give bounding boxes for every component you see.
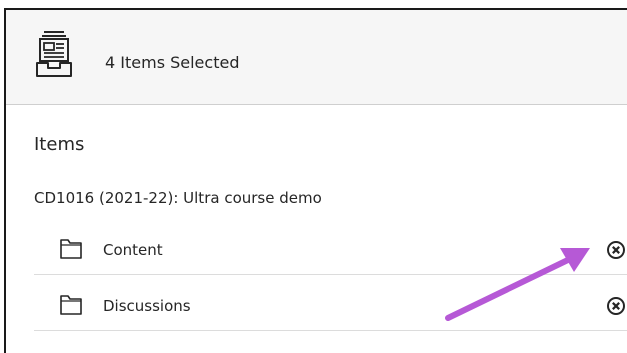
folder-icon bbox=[60, 239, 82, 259]
list-item-discussions: Discussions bbox=[34, 286, 627, 331]
archive-tray-icon bbox=[36, 31, 72, 77]
folder-icon bbox=[60, 295, 82, 315]
section-title: Items bbox=[34, 134, 85, 155]
selection-header: 4 Items Selected bbox=[6, 10, 627, 105]
course-name: CD1016 (2021-22): Ultra course demo bbox=[34, 189, 322, 207]
remove-icon[interactable] bbox=[606, 240, 626, 260]
selected-items-panel: 4 Items Selected Items CD1016 (2021-22):… bbox=[4, 8, 627, 353]
list-item-label: Content bbox=[103, 241, 163, 259]
list-item-label: Discussions bbox=[103, 297, 191, 315]
list-item-content: Content bbox=[34, 230, 627, 275]
selection-count-label: 4 Items Selected bbox=[105, 53, 240, 72]
remove-icon[interactable] bbox=[606, 296, 626, 316]
